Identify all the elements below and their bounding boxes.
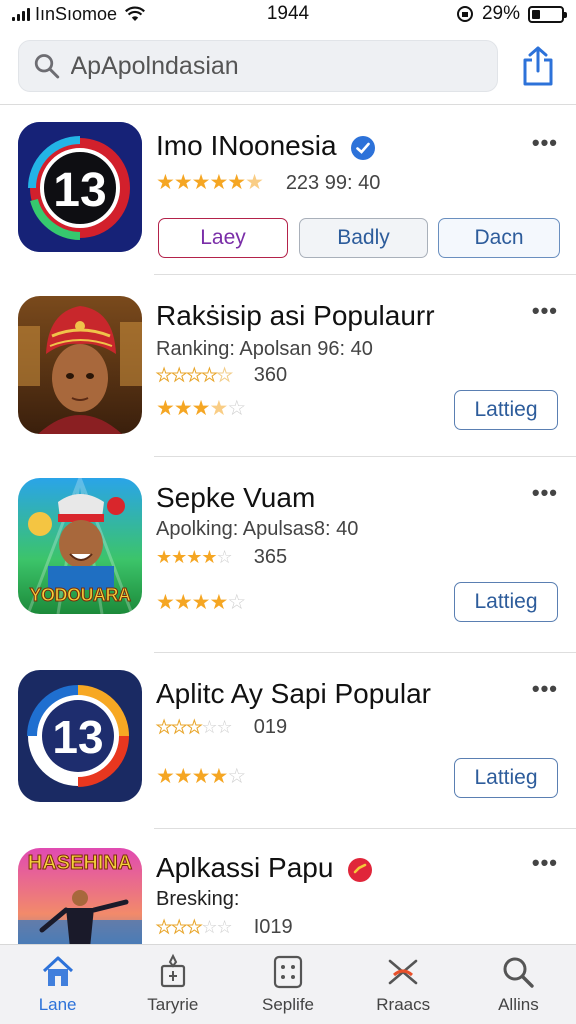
rating-text: I019 xyxy=(253,916,293,938)
ranking-subtitle: Bresking: xyxy=(156,888,240,910)
tab-label: Lane xyxy=(38,995,77,1014)
icon-label: HASEHINA xyxy=(27,852,133,875)
rating-row: ★★★★★ 360 xyxy=(156,364,288,387)
channel-13-logo-icon[interactable]: 13 xyxy=(18,122,142,252)
battery-icon xyxy=(528,5,567,23)
laey-button[interactable]: Laey xyxy=(158,218,288,258)
more-options-button[interactable]: ••• xyxy=(532,480,558,506)
app-title[interactable]: Imo INoonesia xyxy=(156,130,376,162)
bottom-tab-bar: Lane Taryrie Seplife Rraacs Allins xyxy=(0,944,576,1024)
verified-badge-icon xyxy=(351,135,376,160)
rating-row: ★★★☆☆ 019 xyxy=(155,716,288,739)
tab-label: Taryrie xyxy=(147,995,199,1014)
star-rating: ★★★☆☆ xyxy=(155,717,232,738)
search-icon xyxy=(34,54,60,79)
list-item[interactable]: Rakṡisip asi Populaurr ••• Ranking: Apol… xyxy=(0,296,576,446)
tab-taryrie[interactable]: Taryrie xyxy=(115,945,230,1024)
red-badge-icon xyxy=(348,857,373,882)
app-title-text: Imo INoonesia xyxy=(156,130,337,161)
tab-label: Rraacs xyxy=(376,995,431,1014)
share-icon xyxy=(523,46,553,86)
tab-label: Seplife xyxy=(262,995,314,1014)
search-icon xyxy=(503,957,535,988)
list-item[interactable]: 13 Imo INoonesia ••• ★★★★★★ 223 99: 40 L… xyxy=(0,122,576,282)
wifi-icon xyxy=(125,6,146,21)
tab-allins[interactable]: Allins xyxy=(461,945,576,1024)
apps-icon xyxy=(273,955,303,989)
search-header xyxy=(18,40,558,92)
ranking-subtitle: Ranking: Apolsan 96: 40 xyxy=(156,338,373,360)
games-icon xyxy=(160,953,185,988)
rating-row: ★★★★★★ 223 99: 40 xyxy=(156,170,380,195)
tab-label: Allins xyxy=(498,995,539,1014)
arcade-icon xyxy=(388,959,418,985)
search-bar[interactable] xyxy=(18,40,498,92)
app-title[interactable]: Aplitc Ay Sapi Popular xyxy=(156,678,431,710)
icon-label: YODOUARA xyxy=(29,585,132,606)
more-options-button[interactable]: ••• xyxy=(532,298,558,324)
share-button[interactable] xyxy=(518,42,558,90)
row-divider xyxy=(154,456,576,457)
star-rating-large: ★★★★☆ xyxy=(156,397,246,420)
star-rating-large: ★★★★☆ xyxy=(156,765,246,788)
more-options-button[interactable]: ••• xyxy=(532,130,558,156)
app-title[interactable]: Aplkassi Papu xyxy=(156,852,373,884)
star-rating: ★★★★☆ xyxy=(156,547,233,567)
list-item[interactable]: 13 Aplitc Ay Sapi Popular ••• ★★★☆☆ 019 … xyxy=(0,670,576,820)
svg-text:13: 13 xyxy=(53,164,106,217)
orientation-lock-icon xyxy=(456,6,473,22)
row-divider xyxy=(154,828,576,829)
channel-13-logo-icon[interactable]: 13 xyxy=(18,670,142,802)
row-divider xyxy=(154,274,576,275)
star-rating: ★★★★★★ xyxy=(156,171,264,194)
search-input[interactable] xyxy=(70,51,483,81)
svg-text:13: 13 xyxy=(52,711,103,763)
tab-lane[interactable]: Lane xyxy=(0,945,115,1024)
turban-man-portrait-icon[interactable] xyxy=(18,296,142,434)
ranking-subtitle: Apolking: Apulsas8: 40 xyxy=(156,518,359,540)
battery-fill xyxy=(532,9,541,19)
home-icon xyxy=(42,956,73,986)
signal-strength-icon xyxy=(12,7,30,21)
star-rating: ★★★★★ xyxy=(156,365,234,386)
star-rating-large: ★★★★☆ xyxy=(156,591,246,614)
dacn-button[interactable]: Dacn xyxy=(438,218,560,258)
get-button[interactable]: Lattieg xyxy=(454,758,558,798)
yodouara-game-icon[interactable]: YODOUARA xyxy=(18,478,142,614)
carrier-name: IınSıomoe xyxy=(35,3,118,24)
battery-percent: 29% xyxy=(481,3,520,24)
get-button[interactable]: Lattieg xyxy=(454,390,558,430)
rating-row: ★★★★☆ 365 xyxy=(156,546,287,569)
more-options-button[interactable]: ••• xyxy=(532,676,558,702)
app-title[interactable]: Sepke Vuam xyxy=(156,482,315,514)
rating-row: ★★★☆☆ I019 xyxy=(155,916,293,939)
rating-text: 223 99: 40 xyxy=(285,172,381,194)
status-bar: IınSıomoe 1944 29% xyxy=(0,0,576,28)
get-button[interactable]: Lattieg xyxy=(454,582,558,622)
header-divider xyxy=(0,104,576,105)
rating-text: 365 xyxy=(253,546,288,568)
rating-text: 360 xyxy=(253,364,288,386)
tab-rraacs[interactable]: Rraacs xyxy=(346,945,461,1024)
more-options-button[interactable]: ••• xyxy=(532,850,558,876)
app-title-text: Aplkassi Papu xyxy=(156,852,334,883)
badly-button[interactable]: Badly xyxy=(299,218,428,258)
app-title[interactable]: Rakṡisip asi Populaurr xyxy=(156,300,435,332)
list-item[interactable]: YODOUARA Sepke Vuam ••• Apolking: Apulsa… xyxy=(0,478,576,628)
row-divider xyxy=(154,652,576,653)
list-item[interactable]: HASEHINA Aplkassi Papu ••• Bresking: ★★★… xyxy=(0,848,576,968)
tab-seplife[interactable]: Seplife xyxy=(230,945,345,1024)
star-rating: ★★★☆☆ xyxy=(155,917,232,938)
rating-text: 019 xyxy=(253,716,288,738)
